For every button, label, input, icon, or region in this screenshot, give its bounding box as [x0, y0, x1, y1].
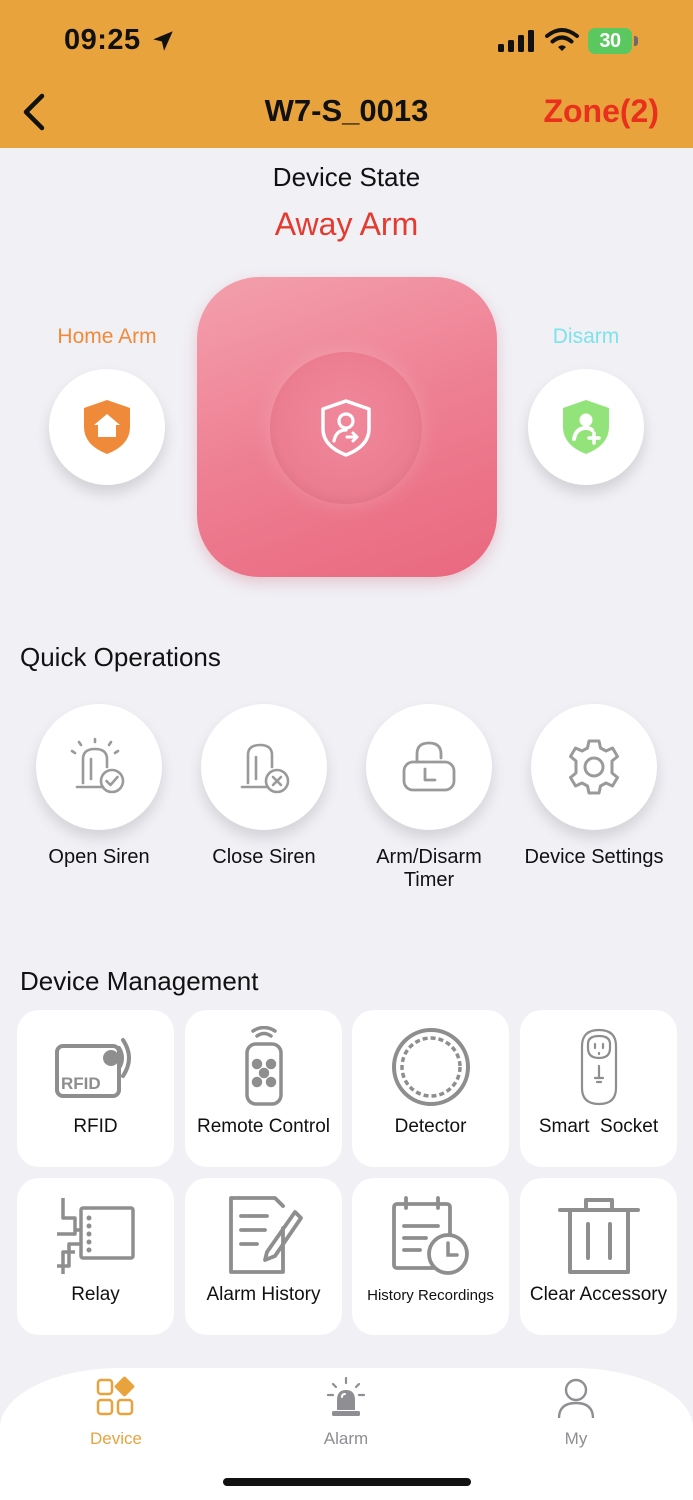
- tab-my-label: My: [564, 1429, 588, 1448]
- away-arm-inner-circle: [270, 352, 422, 504]
- svg-text:RFID: RFID: [61, 1074, 101, 1093]
- battery-tip: [634, 36, 638, 46]
- relay-label: Relay: [71, 1284, 120, 1305]
- rfid-icon: RFID: [55, 1038, 131, 1098]
- remote-control-icon: [245, 1026, 283, 1106]
- open-siren-button[interactable]: [36, 704, 162, 830]
- device-settings-button[interactable]: [531, 704, 657, 830]
- open-siren-item[interactable]: Open Siren: [19, 704, 179, 869]
- remote-control-tile[interactable]: Remote Control: [185, 1010, 342, 1167]
- close-siren-item[interactable]: Close Siren: [184, 704, 344, 869]
- device-settings-label: Device Settings: [524, 846, 664, 868]
- away-arm-button[interactable]: [197, 277, 497, 577]
- home-arm-label: Home Arm: [57, 325, 157, 348]
- location-arrow-icon: [153, 31, 173, 51]
- close-siren-button[interactable]: [201, 704, 327, 830]
- tab-device[interactable]: Device: [56, 1376, 176, 1449]
- quick-operations-title: Quick Operations: [20, 642, 221, 672]
- gear-icon: [569, 739, 619, 795]
- remote-control-label: Remote Control: [196, 1116, 331, 1137]
- detector-label: Detector: [394, 1116, 467, 1137]
- away-shield-icon: [321, 399, 371, 457]
- disarm-label: Disarm: [552, 325, 620, 348]
- clear-accessory-label: Clear Accessory: [529, 1284, 668, 1305]
- user-icon: [557, 1378, 595, 1419]
- alarm-history-label: Alarm History: [206, 1284, 321, 1305]
- siren-close-icon: [240, 743, 290, 794]
- smart-socket-tile[interactable]: Smart Socket: [520, 1010, 677, 1167]
- disarm-shield-icon: [563, 400, 609, 454]
- arm-disarm-timer-label: Arm/Disarm Timer: [376, 846, 482, 891]
- siren-check-icon: [70, 737, 125, 794]
- smart-socket-label: Smart Socket: [538, 1116, 659, 1137]
- arm-disarm-timer-item[interactable]: Arm/Disarm Timer: [349, 704, 509, 892]
- tab-device-label: Device: [90, 1429, 142, 1448]
- lock-timer-icon: [402, 741, 456, 792]
- close-siren-label: Close Siren: [212, 846, 316, 868]
- tab-alarm[interactable]: Alarm: [286, 1376, 406, 1449]
- detector-icon: [392, 1028, 470, 1106]
- device-settings-item[interactable]: Device Settings: [514, 704, 674, 869]
- open-siren-label: Open Siren: [48, 846, 150, 868]
- tab-my[interactable]: My: [516, 1376, 636, 1449]
- alarm-history-tile[interactable]: Alarm History: [185, 1178, 342, 1335]
- history-recordings-tile[interactable]: History Recordings: [352, 1178, 509, 1335]
- alarm-history-icon: [229, 1196, 303, 1274]
- device-management-title: Device Management: [20, 966, 259, 996]
- cellular-signal-icon: [498, 30, 534, 52]
- device-state-label: Device State: [272, 162, 421, 192]
- home-arm-button[interactable]: [49, 369, 165, 485]
- battery-level: 30: [588, 28, 632, 54]
- rfid-label: RFID: [73, 1116, 118, 1137]
- arm-disarm-timer-button[interactable]: [366, 704, 492, 830]
- history-recordings-icon: [392, 1196, 469, 1275]
- trash-icon: [558, 1198, 640, 1274]
- wifi-icon: [545, 28, 579, 51]
- relay-tile[interactable]: Relay: [17, 1178, 174, 1335]
- history-recordings-label: History Recordings: [367, 1287, 494, 1304]
- battery-indicator: 30: [588, 28, 638, 54]
- device-state-value: Away Arm: [274, 206, 419, 242]
- header-bar: 09:25 30 W7-S_0013 Zone(2): [0, 0, 693, 148]
- smart-socket-icon: [580, 1028, 618, 1106]
- home-indicator: [223, 1478, 471, 1486]
- alarm-beacon-icon: [326, 1376, 366, 1416]
- status-time: 09:25: [64, 24, 141, 56]
- zone-link[interactable]: Zone(2): [543, 93, 659, 130]
- relay-icon: [57, 1198, 135, 1274]
- device-grid-icon: [96, 1376, 135, 1416]
- disarm-button[interactable]: [528, 369, 644, 485]
- home-shield-icon: [84, 400, 130, 454]
- detector-tile[interactable]: Detector: [352, 1010, 509, 1167]
- tab-alarm-label: Alarm: [323, 1429, 369, 1448]
- rfid-tile[interactable]: RFID RFID: [17, 1010, 174, 1167]
- clear-accessory-tile[interactable]: Clear Accessory: [520, 1178, 677, 1335]
